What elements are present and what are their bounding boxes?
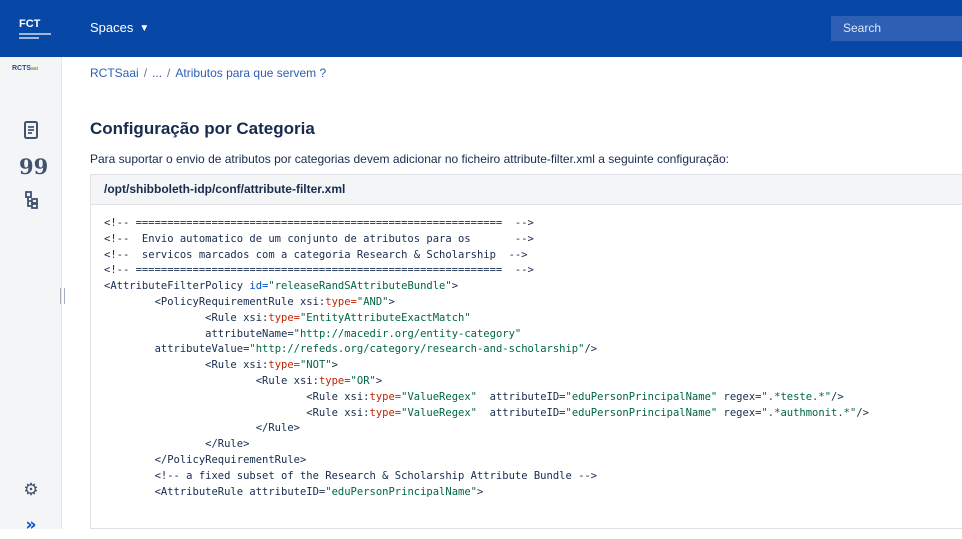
code-token: "ValueRegex": [401, 406, 477, 419]
code-token: ".*authmonit.*": [761, 406, 857, 419]
code-token: </Rule>: [104, 438, 250, 451]
chevron-down-icon: ▼: [139, 23, 150, 34]
code-line: </Rule>: [104, 437, 949, 453]
code-token: >: [375, 374, 383, 387]
code-token: <Rule xsi:: [104, 406, 370, 419]
code-token: "NOT": [299, 359, 332, 372]
sidebar-resize-handle[interactable]: [60, 288, 65, 304]
code-token: ".*teste.*": [761, 390, 832, 403]
code-token: "ValueRegex": [401, 390, 477, 403]
space-logo[interactable]: RCTSaai: [12, 65, 38, 72]
code-token: "eduPersonPrincipalName": [565, 406, 718, 419]
code-token: />: [584, 343, 598, 356]
code-line: <!-- ===================================…: [104, 216, 949, 232]
code-token: <!-- ===================================…: [104, 264, 534, 277]
code-line: <AttributeFilterPolicy id="releaseRandSA…: [104, 279, 949, 295]
code-token: <AttributeFilterPolicy: [104, 280, 250, 293]
code-token: "EntityAttributeExactMatch": [299, 311, 471, 324]
code-token: "OR": [350, 374, 376, 387]
code-token: </PolicyRequirementRule>: [104, 453, 307, 466]
space-logo-text: RCTS: [12, 65, 32, 72]
logo-text: FCT: [19, 18, 41, 30]
page-heading: Configuração por Categoria: [90, 119, 315, 138]
fct-logo[interactable]: FCT: [19, 18, 57, 40]
code-token: <Rule xsi:: [104, 374, 319, 387]
code-line: <AttributeRule attributeID="eduPersonPri…: [104, 485, 949, 501]
code-token: attributeID=: [476, 390, 566, 403]
breadcrumb-current[interactable]: Atributos para que servem ?: [175, 66, 326, 80]
code-block-title: /opt/shibboleth-idp/conf/attribute-filte…: [91, 175, 962, 205]
breadcrumb-ellipsis[interactable]: ...: [152, 66, 162, 80]
code-token: <Rule xsi:: [104, 311, 269, 324]
space-logo-suffix: aai: [31, 66, 39, 72]
code-block: /opt/shibboleth-idp/conf/attribute-filte…: [90, 174, 962, 529]
breadcrumb-separator: /: [167, 66, 171, 80]
spaces-label: Spaces: [90, 20, 134, 35]
code-token: regex=: [717, 390, 762, 403]
quote-icon[interactable]: 99: [19, 155, 48, 179]
code-token: "AND": [356, 295, 389, 308]
code-line: </PolicyRequirementRule>: [104, 453, 949, 469]
code-token: "eduPersonPrincipalName": [565, 390, 718, 403]
top-navigation-bar: FCT Spaces ▼ Search: [0, 0, 962, 57]
code-token: >: [388, 295, 395, 308]
page-icon[interactable]: [19, 119, 43, 143]
code-token: type=: [318, 374, 351, 387]
code-token: "eduPersonPrincipalName": [325, 485, 477, 498]
code-token: <!-- ===================================…: [104, 217, 534, 229]
search-input[interactable]: Search: [831, 16, 962, 41]
code-token: type=: [268, 311, 300, 324]
page-tree-icon[interactable]: [19, 189, 43, 213]
code-line: <Rule xsi:type="EntityAttributeExactMatc…: [104, 311, 949, 327]
code-line: attributeValue="http://refeds.org/catego…: [104, 342, 949, 358]
code-token: <Rule xsi:: [104, 359, 269, 372]
code-token: "http://macedir.org/entity-category": [293, 327, 522, 340]
code-line: <Rule xsi:type="NOT">: [104, 358, 949, 374]
expand-sidebar-icon[interactable]: »: [19, 515, 43, 539]
logo-decoration: [19, 33, 51, 35]
code-line: <Rule xsi:type="OR">: [104, 374, 949, 390]
intro-text: Para suportar o envio de atributos por c…: [90, 152, 730, 166]
code-line: <!-- servicos marcados com a categoria R…: [104, 248, 949, 264]
code-token: >: [331, 359, 338, 372]
breadcrumb-separator: /: [143, 66, 148, 80]
code-token: regex=: [717, 406, 762, 419]
code-token: />: [831, 390, 844, 403]
code-token: >: [451, 280, 459, 293]
code-token: <AttributeRule attributeID=: [104, 485, 326, 498]
breadcrumb: RCTSaai /... / Atributos para que servem ?: [90, 66, 326, 80]
code-token: <!-- servicos marcados com a categoria R…: [104, 248, 528, 261]
settings-icon[interactable]: ⚙: [19, 478, 43, 502]
code-line: <Rule xsi:type="ValueRegex" attributeID=…: [104, 390, 949, 406]
space-sidebar: RCTSaai 99 ⚙ »: [0, 57, 62, 535]
code-token: type=: [369, 390, 402, 403]
code-line: <!-- Envio automatico de um conjunto de …: [104, 232, 949, 248]
code-line: <!-- a fixed subset of the Research & Sc…: [104, 469, 949, 485]
code-token: />: [856, 406, 869, 419]
code-token: "releaseRandSAttributeBundle": [268, 280, 452, 293]
code-token: type=: [268, 359, 300, 372]
logo-decoration: [19, 37, 39, 39]
code-token: <!-- Envio automatico de um conjunto de …: [104, 232, 534, 245]
code-token: "http://refeds.org/category/research-and…: [249, 343, 585, 356]
code-line: <!-- ===================================…: [104, 263, 949, 279]
code-token: attributeName=: [104, 327, 294, 340]
code-token: <PolicyRequirementRule xsi:: [104, 295, 326, 308]
code-line: </Rule>: [104, 421, 949, 437]
code-token: </Rule>: [104, 422, 300, 435]
code-content[interactable]: <!-- ===================================…: [91, 205, 962, 528]
code-token: id=: [249, 280, 269, 293]
code-token: >: [476, 485, 484, 498]
code-token: type=: [325, 295, 357, 308]
code-token: attributeValue=: [104, 343, 250, 356]
code-token: type=: [369, 406, 402, 419]
spaces-menu-button[interactable]: Spaces ▼: [90, 20, 149, 35]
code-line: <Rule xsi:type="ValueRegex" attributeID=…: [104, 406, 949, 422]
code-token: attributeID=: [476, 406, 566, 419]
code-token: <!-- a fixed subset of the Research & Sc…: [104, 469, 598, 482]
code-line: <PolicyRequirementRule xsi:type="AND">: [104, 295, 949, 311]
breadcrumb-root[interactable]: RCTSaai: [90, 66, 139, 80]
code-token: <Rule xsi:: [104, 390, 370, 403]
code-line: attributeName="http://macedir.org/entity…: [104, 327, 949, 343]
